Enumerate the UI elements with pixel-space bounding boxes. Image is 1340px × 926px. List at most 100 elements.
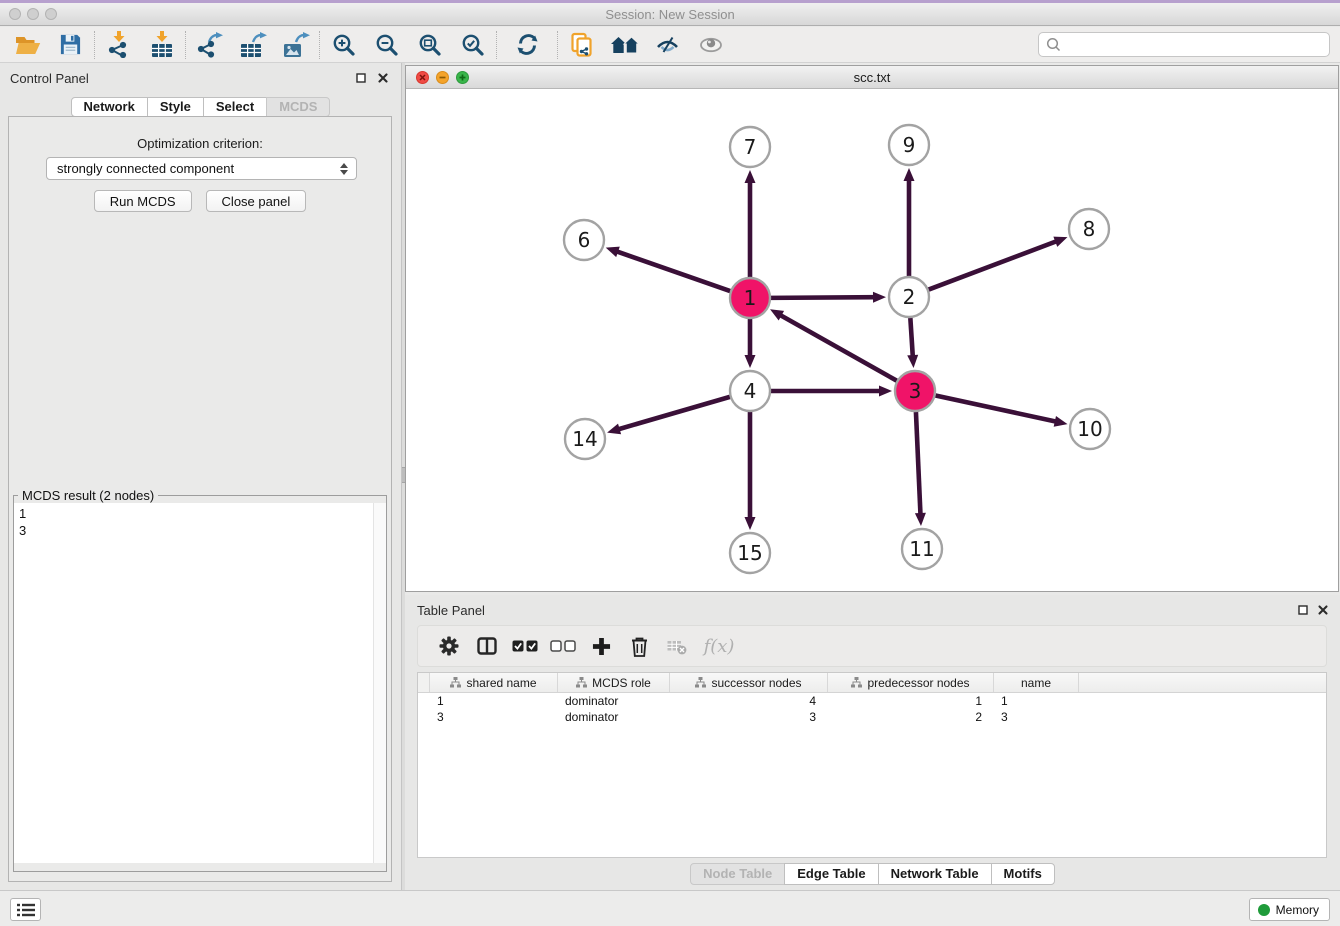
deselect-all-checks-button[interactable] (544, 628, 582, 664)
export-table-button[interactable] (231, 29, 274, 61)
close-panel-button-mcds[interactable]: Close panel (206, 190, 307, 212)
cell-successor-nodes[interactable]: 4 (670, 694, 828, 708)
column-header-successor-nodes[interactable]: successor nodes (670, 673, 828, 692)
export-network-button[interactable] (188, 29, 231, 61)
mcds-result-box: MCDS result (2 nodes) 13 (13, 488, 387, 872)
tab-style[interactable]: Style (147, 97, 204, 117)
fx-icon: f(x) (704, 636, 735, 657)
table-close-button[interactable] (1317, 604, 1329, 616)
delete-column-button[interactable] (620, 628, 658, 664)
first-neighbors-button[interactable] (603, 29, 646, 61)
edge-1-7[interactable] (745, 170, 756, 277)
node-4[interactable]: 4 (730, 371, 770, 411)
table-float-button[interactable] (1297, 604, 1309, 616)
refresh-view-button[interactable] (499, 29, 555, 61)
edge-1-4[interactable] (745, 319, 756, 368)
edge-2-9[interactable] (904, 168, 915, 276)
edge-4-14[interactable] (607, 397, 730, 434)
edge-2-3[interactable] (907, 318, 918, 368)
node-1[interactable]: 1 (730, 278, 770, 318)
criterion-value: strongly connected component (57, 161, 234, 176)
cell-predecessor-nodes[interactable]: 2 (828, 710, 994, 724)
edge-4-3[interactable] (771, 386, 892, 397)
column-header-shared-name[interactable]: shared name (430, 673, 558, 692)
node-3[interactable]: 3 (895, 371, 935, 411)
table-row[interactable]: 1dominator411 (418, 693, 1326, 709)
edge-1-6[interactable] (606, 247, 730, 291)
table-options-button[interactable] (430, 628, 468, 664)
edge-3-10[interactable] (936, 395, 1068, 426)
node-14[interactable]: 14 (565, 419, 605, 459)
export-image-button[interactable] (274, 29, 317, 61)
save-session-button[interactable] (49, 29, 92, 61)
column-header-name[interactable]: name (994, 673, 1079, 692)
add-column-button[interactable] (582, 628, 620, 664)
delete-table-button[interactable] (658, 628, 696, 664)
tab-select[interactable]: Select (203, 97, 267, 117)
edge-3-11[interactable] (915, 412, 926, 526)
node-6[interactable]: 6 (564, 220, 604, 260)
tab-network-table[interactable]: Network Table (878, 863, 992, 885)
zoom-fit-button[interactable] (408, 29, 451, 61)
open-session-button[interactable] (6, 29, 49, 61)
cell-shared-name[interactable]: 1 (430, 694, 558, 708)
show-column-button[interactable] (468, 628, 506, 664)
network-graph: 7 9 6 8 1 2 4 3 14 10 15 11 (406, 89, 1338, 591)
tab-node-table[interactable]: Node Table (690, 863, 785, 885)
main-toolbar (0, 27, 1340, 63)
edge-3-1[interactable] (770, 309, 897, 380)
node-10[interactable]: 10 (1070, 409, 1110, 449)
close-icon (378, 73, 388, 83)
cell-predecessor-nodes[interactable]: 1 (828, 694, 994, 708)
zoom-selected-button[interactable] (451, 29, 494, 61)
clone-network-button[interactable] (560, 29, 603, 61)
tab-motifs[interactable]: Motifs (991, 863, 1055, 885)
tab-mcds[interactable]: MCDS (266, 97, 330, 117)
select-all-checks-button[interactable] (506, 628, 544, 664)
cell-shared-name[interactable]: 3 (430, 710, 558, 724)
criterion-dropdown[interactable]: strongly connected component (46, 157, 357, 180)
node-15[interactable]: 15 (730, 533, 770, 573)
show-all-button[interactable] (689, 29, 732, 61)
tab-network[interactable]: Network (71, 97, 148, 117)
column-label: MCDS role (592, 676, 651, 690)
network-canvas[interactable]: 7 9 6 8 1 2 4 3 14 10 15 11 (406, 89, 1338, 591)
zoom-fit-icon (418, 33, 442, 57)
node-7[interactable]: 7 (730, 127, 770, 167)
search-box[interactable] (1038, 32, 1330, 57)
cell-mcds-role[interactable]: dominator (558, 694, 670, 708)
float-panel-button[interactable] (355, 72, 367, 84)
memory-button[interactable]: Memory (1249, 898, 1330, 921)
cell-mcds-role[interactable]: dominator (558, 710, 670, 724)
zoom-in-button[interactable] (322, 29, 365, 61)
hierarchy-icon (450, 677, 461, 688)
task-history-button[interactable] (10, 898, 41, 921)
tab-edge-table[interactable]: Edge Table (784, 863, 878, 885)
edge-1-2[interactable] (771, 292, 886, 303)
node-9[interactable]: 9 (889, 125, 929, 165)
apply-function-button[interactable]: f(x) (696, 628, 742, 664)
node-11[interactable]: 11 (902, 529, 942, 569)
cell-name[interactable]: 1 (994, 694, 1079, 708)
node-8[interactable]: 8 (1069, 209, 1109, 249)
hide-selected-button[interactable] (646, 29, 689, 61)
column-header-predecessor-nodes[interactable]: predecessor nodes (828, 673, 994, 692)
mcds-tab-content: Optimization criterion: strongly connect… (8, 116, 392, 882)
zoom-out-button[interactable] (365, 29, 408, 61)
column-header-mcds-role[interactable]: MCDS role (558, 673, 670, 692)
import-network-button[interactable] (97, 29, 140, 61)
node-2[interactable]: 2 (889, 277, 929, 317)
cell-name[interactable]: 3 (994, 710, 1079, 724)
import-table-button[interactable] (140, 29, 183, 61)
run-mcds-button[interactable]: Run MCDS (94, 190, 192, 212)
search-input[interactable] (1065, 35, 1329, 55)
column-label: name (1021, 676, 1051, 690)
table-row[interactable]: 3dominator323 (418, 709, 1326, 725)
mcds-result-text[interactable]: 13 (14, 503, 386, 863)
result-scrollbar[interactable] (373, 503, 386, 863)
edge-4-15[interactable] (745, 412, 756, 530)
save-floppy-icon (59, 33, 82, 56)
edge-2-8[interactable] (929, 237, 1068, 290)
cell-successor-nodes[interactable]: 3 (670, 710, 828, 724)
close-panel-button[interactable] (377, 72, 389, 84)
